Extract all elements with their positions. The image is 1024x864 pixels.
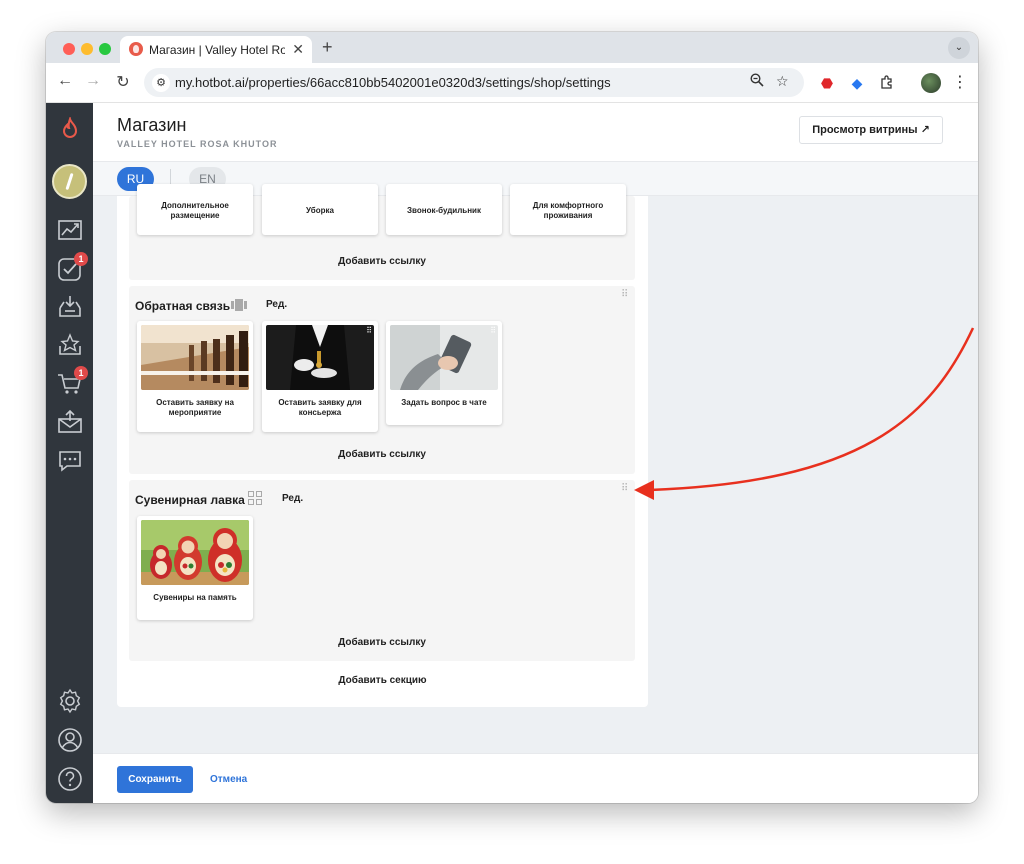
zoom-icon[interactable] <box>750 73 764 90</box>
property-name: VALLEY HOTEL ROSA KHUTOR <box>117 139 278 149</box>
tile-label: Звонок-будильник <box>407 206 481 215</box>
app-area: 1 1 Магазин VALLEY HOTEL ROSA KHUTOR Про… <box>46 103 978 803</box>
sidebar: 1 1 <box>46 103 93 803</box>
add-section-button[interactable]: Добавить секцию <box>117 675 648 686</box>
section-title: Обратная связь <box>135 299 231 313</box>
tile-wake-up-call[interactable]: Звонок-будильник <box>386 184 502 235</box>
url-text[interactable]: my.hotbot.ai/properties/66acc810bb540200… <box>175 75 611 90</box>
tile-comfortable-stay[interactable]: Для комфортного проживания <box>510 184 626 235</box>
section-edit-button[interactable]: Ред. <box>266 299 287 310</box>
page-title: Магазин <box>117 115 187 135</box>
hotbot-favicon-icon <box>129 42 143 56</box>
tab-strip: Магазин | Valley Hotel Rosa Khutor ✕ + ⌄ <box>46 32 978 63</box>
grid-layout-icon[interactable] <box>248 491 262 505</box>
shop-sections-card: Дополнительное размещение Уборка Звонок-… <box>117 184 648 707</box>
tab-title: Магазин | Valley Hotel Rosa Khutor <box>149 43 285 57</box>
section-souvenir-shop: Сувенирная лавка Ред. ⠿ Сувениры на памя… <box>129 480 635 661</box>
matryoshka-photo <box>141 520 249 585</box>
tag-extension-icon[interactable]: ◆ <box>848 74 866 92</box>
tile-label: Оставить заявку для консьержа <box>278 398 362 417</box>
hotbot-logo-icon[interactable] <box>59 115 81 143</box>
restaurant-photo <box>141 325 249 390</box>
cart-badge: 1 <box>74 366 88 380</box>
add-link-button[interactable]: Добавить ссылку <box>129 637 635 648</box>
extensions-puzzle-icon[interactable] <box>878 74 896 92</box>
save-button[interactable]: Сохранить <box>117 766 193 793</box>
tile-chat-question[interactable]: ⠿ Задать вопрос в чате <box>386 321 502 425</box>
inbox-download-icon[interactable] <box>57 294 83 320</box>
forward-button[interactable]: → <box>83 72 103 90</box>
concierge-photo <box>266 325 374 390</box>
page-header: Магазин VALLEY HOTEL ROSA KHUTOR Просмот… <box>93 103 978 162</box>
settings-gear-icon[interactable] <box>57 688 83 714</box>
tasks-badge: 1 <box>74 252 88 266</box>
url-host: my.hotbot.ai <box>175 75 245 90</box>
section-title: Сувенирная лавка <box>135 493 245 507</box>
browser-toolbar: ← → ↻ ⚙ my.hotbot.ai/properties/66acc810… <box>46 63 978 103</box>
reload-button[interactable]: ↻ <box>113 72 133 92</box>
profile-avatar[interactable] <box>921 73 941 93</box>
add-link-button[interactable]: Добавить ссылку <box>129 256 635 267</box>
browser-menu-icon[interactable]: ⋮ <box>952 72 968 92</box>
section-edit-button[interactable]: Ред. <box>282 493 303 504</box>
account-user-icon[interactable] <box>57 727 83 753</box>
reviews-star-icon[interactable] <box>57 332 83 358</box>
tile-label: Уборка <box>306 206 334 215</box>
property-avatar[interactable] <box>52 164 87 199</box>
cancel-button[interactable]: Отмена <box>210 766 247 793</box>
analytics-icon[interactable] <box>57 217 83 243</box>
tile-concierge-request[interactable]: ⠿ Оставить заявку для консьержа <box>262 321 378 432</box>
tile-drag-icon[interactable]: ⠿ <box>490 326 496 335</box>
tile-souvenirs[interactable]: Сувениры на память <box>137 516 253 620</box>
back-button[interactable]: ← <box>55 72 75 90</box>
tile-label: Задать вопрос в чате <box>401 398 487 407</box>
help-question-icon[interactable] <box>57 766 83 792</box>
tab-search-chevron-icon[interactable]: ⌄ <box>948 37 970 59</box>
url-path: /properties/66acc810bb5402001e0320d3/set… <box>244 75 611 90</box>
close-window-button[interactable] <box>63 43 75 55</box>
tab-close-icon[interactable]: ✕ <box>292 41 304 58</box>
section-drag-handle-icon[interactable]: ⠿ <box>621 484 629 498</box>
browser-window: Магазин | Valley Hotel Rosa Khutor ✕ + ⌄… <box>46 32 978 803</box>
page-footer: Сохранить Отмена <box>93 753 978 803</box>
adblock-extension-icon[interactable]: ⬣ <box>818 74 836 92</box>
section-feedback: Обратная связь Ред. ⠿ Оставить заявку на… <box>129 286 635 474</box>
bookmark-star-icon[interactable]: ☆ <box>776 73 789 90</box>
chat-bubble-icon[interactable] <box>57 448 83 474</box>
tile-label: Оставить заявку на мероприятие <box>156 398 234 417</box>
tile-label: Для комфортного проживания <box>532 201 604 220</box>
tile-cleaning[interactable]: Уборка <box>262 184 378 235</box>
address-bar[interactable]: ⚙ my.hotbot.ai/properties/66acc810bb5402… <box>144 68 804 97</box>
add-link-button[interactable]: Добавить ссылку <box>129 449 635 460</box>
tile-event-request[interactable]: Оставить заявку на мероприятие <box>137 321 253 432</box>
browser-tab-active[interactable]: Магазин | Valley Hotel Rosa Khutor ✕ <box>120 36 312 63</box>
tile-label: Дополнительное размещение <box>161 201 229 220</box>
carousel-layout-icon[interactable] <box>231 298 247 311</box>
tile-drag-icon[interactable]: ⠿ <box>366 326 372 335</box>
preview-storefront-button[interactable]: Просмотр витрины ↗ <box>799 116 943 144</box>
new-tab-button[interactable]: + <box>322 37 333 58</box>
minimize-window-button[interactable] <box>81 43 93 55</box>
section-services: Дополнительное размещение Уборка Звонок-… <box>129 184 635 280</box>
maximize-window-button[interactable] <box>99 43 111 55</box>
phone-in-hand-photo <box>390 325 498 390</box>
tile-extra-accommodation[interactable]: Дополнительное размещение <box>137 184 253 235</box>
site-settings-icon[interactable]: ⚙ <box>152 74 170 92</box>
section-drag-handle-icon[interactable]: ⠿ <box>621 290 629 304</box>
tile-label: Сувениры на память <box>153 593 237 602</box>
mail-upload-icon[interactable] <box>57 409 83 435</box>
